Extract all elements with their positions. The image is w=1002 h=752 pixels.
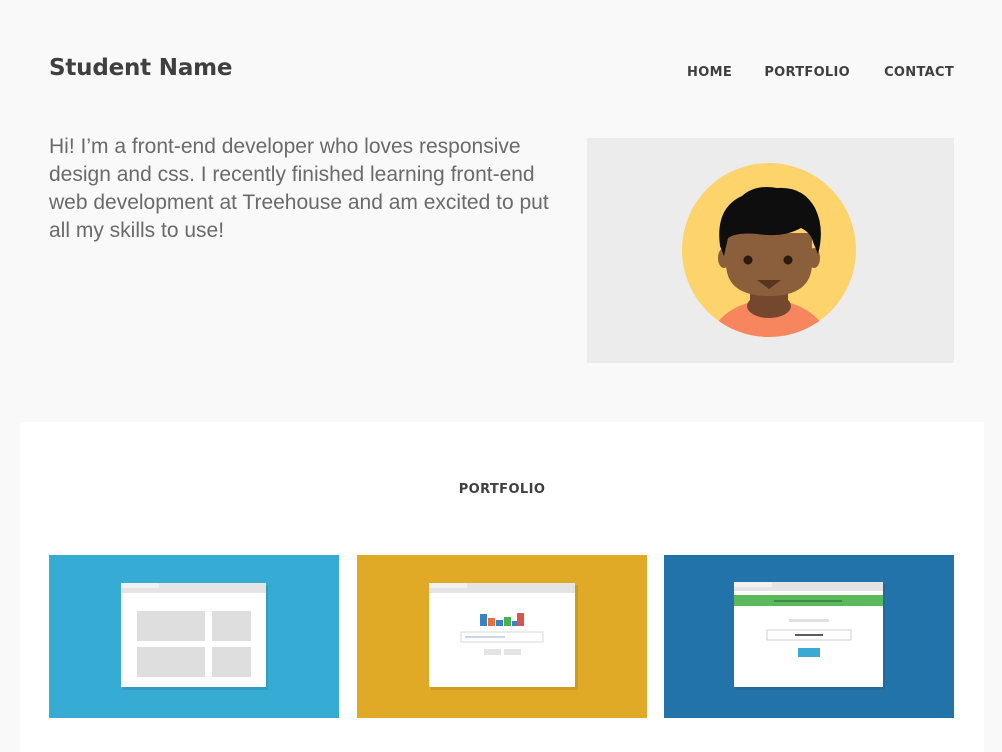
site-header: Student Name HOME PORTFOLIO CONTACT bbox=[49, 55, 954, 87]
student-avatar-icon bbox=[682, 163, 856, 337]
avatar-panel bbox=[587, 138, 954, 363]
portfolio-card-1[interactable] bbox=[49, 555, 339, 718]
portfolio-card-3[interactable] bbox=[664, 555, 954, 718]
nav-portfolio-link[interactable]: PORTFOLIO bbox=[764, 65, 850, 80]
browser-login-form-icon bbox=[734, 582, 885, 690]
nav-home-link[interactable]: HOME bbox=[687, 65, 732, 80]
intro-text: Hi! I’m a front-end developer who loves … bbox=[49, 135, 549, 242]
browser-chart-search-icon bbox=[429, 583, 578, 690]
nav-contact-link[interactable]: CONTACT bbox=[884, 65, 954, 80]
brand-title[interactable]: Student Name bbox=[49, 55, 233, 81]
portfolio-card-2[interactable] bbox=[357, 555, 647, 718]
browser-grid-layout-icon bbox=[121, 583, 268, 690]
portfolio-heading: PORTFOLIO bbox=[458, 482, 546, 497]
portfolio-section: PORTFOLIO bbox=[20, 422, 984, 752]
